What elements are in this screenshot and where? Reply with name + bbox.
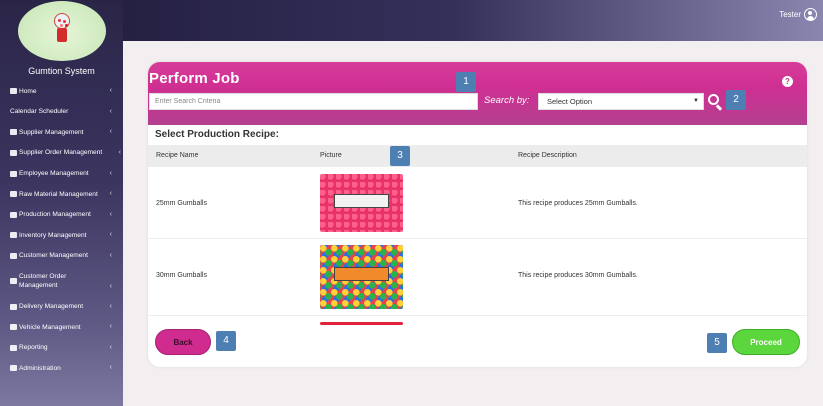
sidebar-item-customer-order-management[interactable]: Customer Order Management ‹ bbox=[0, 266, 123, 296]
recipe-name: 25mm Gumballs bbox=[156, 200, 207, 207]
search-button[interactable] bbox=[706, 93, 724, 111]
sidebar-item-administration[interactable]: Administration ‹ bbox=[0, 358, 123, 379]
perform-job-card: Perform Job ? Search by: Select Option ▼… bbox=[148, 62, 807, 367]
recipe-description: This recipe produces 30mm Gumballs. bbox=[518, 272, 638, 279]
gumball-machine-icon bbox=[54, 13, 70, 45]
sidebar-item-label: Calendar Scheduler bbox=[10, 108, 69, 116]
app-logo bbox=[18, 1, 106, 61]
callout-badge: 3 bbox=[390, 146, 410, 166]
chevron-left-icon: ‹ bbox=[109, 283, 112, 291]
search-by-select[interactable]: Select Option ▼ bbox=[538, 93, 704, 110]
sidebar-item-delivery-management[interactable]: Delivery Management ‹ bbox=[0, 296, 123, 317]
chevron-left-icon: ‹ bbox=[109, 343, 112, 351]
file-icon bbox=[10, 278, 17, 285]
recipe-description: This recipe produces 25mm Gumballs. bbox=[518, 200, 638, 207]
sidebar-item-supplier-order-management[interactable]: Supplier Order Management ‹ bbox=[0, 143, 123, 164]
user-avatar-icon[interactable] bbox=[804, 8, 817, 21]
chevron-left-icon: ‹ bbox=[109, 210, 112, 218]
home-icon bbox=[10, 88, 17, 95]
recipe-name: 30mm Gumballs bbox=[156, 272, 207, 279]
truck-icon bbox=[10, 303, 17, 310]
sidebar-item-label: Production Management bbox=[19, 211, 91, 219]
table-header: Recipe Name Picture Recipe Description bbox=[148, 145, 807, 167]
line-chart-icon bbox=[10, 344, 17, 351]
sidebar-item-label: Home bbox=[19, 87, 37, 95]
sidebar-item-supplier-management[interactable]: Supplier Management ‹ bbox=[0, 122, 123, 143]
recipe-picture bbox=[320, 245, 403, 309]
cart-icon bbox=[10, 150, 17, 157]
sidebar-item-label: Raw Material Management bbox=[19, 190, 98, 198]
search-input[interactable] bbox=[149, 93, 478, 110]
search-by-label: Search by: bbox=[484, 95, 530, 106]
sidebar-item-employee-management[interactable]: Employee Management ‹ bbox=[0, 163, 123, 184]
chevron-left-icon: ‹ bbox=[109, 302, 112, 310]
car-icon bbox=[10, 324, 17, 331]
laptop-icon bbox=[10, 365, 17, 372]
sidebar-item-customer-management[interactable]: Customer Management ‹ bbox=[0, 246, 123, 267]
help-icon[interactable]: ? bbox=[782, 76, 793, 87]
chevron-left-icon: ‹ bbox=[109, 169, 112, 177]
chevron-left-icon: ‹ bbox=[109, 252, 112, 260]
card-header: Perform Job ? Search by: Select Option ▼ bbox=[148, 62, 807, 125]
user-name: Tester bbox=[779, 10, 801, 19]
callout-badge: 1 bbox=[456, 72, 476, 92]
table-row[interactable]: 30mm Gumballs This recipe produces 30mm … bbox=[148, 239, 807, 316]
sidebar-item-label: Reporting bbox=[19, 344, 48, 352]
sidebar-item-reporting[interactable]: Reporting ‹ bbox=[0, 338, 123, 359]
address-card-icon bbox=[10, 253, 17, 260]
sidebar-item-label: Employee Management bbox=[19, 170, 89, 178]
sidebar-item-label: Vehicle Management bbox=[19, 323, 81, 331]
sidebar-item-label: Customer Order Management bbox=[19, 273, 67, 290]
table-row[interactable]: 25mm Gumballs This recipe produces 25mm … bbox=[148, 167, 807, 239]
user-menu[interactable]: Tester bbox=[779, 8, 817, 21]
chevron-left-icon: ‹ bbox=[109, 323, 112, 331]
chevron-left-icon: ‹ bbox=[109, 107, 112, 115]
column-header: Recipe Description bbox=[518, 152, 577, 159]
sidebar-item-home[interactable]: Home ‹ bbox=[0, 81, 123, 102]
chevron-left-icon: ‹ bbox=[109, 231, 112, 239]
chevron-left-icon: ‹ bbox=[109, 364, 112, 372]
caret-down-icon: ▼ bbox=[693, 98, 699, 104]
recipe-picture bbox=[320, 174, 403, 232]
top-bar: Tester bbox=[0, 0, 823, 41]
gears-icon bbox=[10, 211, 17, 218]
select-value: Select Option bbox=[547, 97, 593, 106]
globe-icon bbox=[10, 191, 17, 198]
id-card-icon bbox=[10, 170, 17, 177]
section-title: Select Production Recipe: bbox=[155, 129, 279, 140]
sidebar-menu: Home ‹ Calendar Scheduler ‹ Supplier Manag… bbox=[0, 81, 123, 379]
chevron-left-icon: ‹ bbox=[118, 149, 121, 157]
callout-badge: 5 bbox=[707, 333, 727, 353]
sidebar-item-label: Administration bbox=[19, 364, 61, 372]
page-title: Perform Job bbox=[149, 70, 240, 87]
callout-badge: 4 bbox=[216, 331, 236, 351]
sidebar-item-inventory-management[interactable]: Inventory Management ‹ bbox=[0, 225, 123, 246]
sidebar-item-label: Supplier Management bbox=[19, 128, 84, 136]
column-header: Recipe Name bbox=[156, 152, 199, 159]
sidebar-item-production-management[interactable]: Production Management ‹ bbox=[0, 205, 123, 226]
sidebar-item-vehicle-management[interactable]: Vehicle Management ‹ bbox=[0, 317, 123, 338]
sidebar-item-label: Delivery Management bbox=[19, 303, 84, 311]
sidebar-item-label: Supplier Order Management bbox=[19, 149, 103, 157]
chevron-left-icon: ‹ bbox=[109, 87, 112, 95]
chevron-left-icon: ‹ bbox=[109, 190, 112, 198]
chevron-left-icon: ‹ bbox=[109, 128, 112, 136]
sidebar-item-raw-material-management[interactable]: Raw Material Management ‹ bbox=[0, 184, 123, 205]
sidebar: Gumtion System Home ‹ Calendar Scheduler ‹… bbox=[0, 0, 123, 406]
sidebar-item-calendar-scheduler[interactable]: Calendar Scheduler ‹ bbox=[0, 102, 123, 123]
column-header: Picture bbox=[320, 152, 342, 159]
users-icon bbox=[10, 129, 17, 136]
recipe-picture-partial bbox=[320, 322, 403, 325]
sidebar-item-label: Inventory Management bbox=[19, 231, 87, 239]
sidebar-item-label: Customer Management bbox=[19, 252, 88, 260]
callout-badge: 2 bbox=[726, 90, 746, 110]
proceed-button[interactable]: Proceed bbox=[732, 329, 800, 355]
back-button[interactable]: Back bbox=[155, 329, 211, 355]
barcode-icon bbox=[10, 232, 17, 239]
app-name: Gumtion System bbox=[28, 66, 95, 76]
